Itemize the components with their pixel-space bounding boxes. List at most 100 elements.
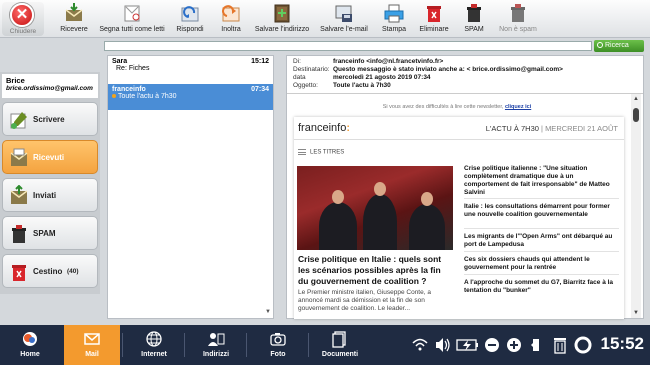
logo-text: franceinfo <box>298 122 347 134</box>
header-value: Toute l'actu à 7h30 <box>333 82 391 89</box>
not-spam-button[interactable]: Non è spam <box>496 2 540 36</box>
forward-button[interactable]: Inoltra <box>214 2 248 36</box>
notice-text: Si vous avez des difficultés à lire cett… <box>382 104 504 110</box>
message-sender: franceinfo <box>112 86 146 93</box>
save-address-label: Salvare l'indirizzo <box>254 26 310 33</box>
side-headline[interactable]: Italie : les consultations démarrent pou… <box>464 203 619 219</box>
search-input[interactable] <box>104 41 592 51</box>
clock: 15:52 <box>600 334 644 353</box>
side-headline[interactable]: Les migrants de l'"Open Arms" ont débarq… <box>464 233 619 249</box>
not-spam-label: Non è spam <box>499 26 537 33</box>
taskbar-photos[interactable]: Foto <box>250 325 306 365</box>
side-headline[interactable]: Ces six dossiers chauds qui attendent le… <box>464 256 619 272</box>
search-button-label: Ricerca <box>605 42 629 49</box>
taskbar-home[interactable]: Home <box>2 325 58 365</box>
taskbar-mail[interactable]: Mail <box>64 325 120 365</box>
trash-icon <box>427 6 441 22</box>
folder-label: Inviati <box>33 191 57 200</box>
back-icon[interactable] <box>528 335 544 355</box>
scroll-up-arrow-icon[interactable]: ▲ <box>631 94 641 104</box>
contacts-icon <box>208 333 225 346</box>
save-address-button[interactable]: Salvare l'indirizzo <box>252 2 312 36</box>
divider <box>464 228 619 229</box>
zoom-in-icon[interactable] <box>506 335 522 355</box>
main-headline[interactable]: Crise politique en Italie : quels sont l… <box>298 254 450 287</box>
search-button[interactable]: Ricerca <box>594 40 644 52</box>
unread-dot-icon <box>112 94 116 99</box>
spam-button[interactable]: SPAM <box>460 2 488 36</box>
message-item-selected[interactable]: franceinfo 07:34 Toute l'actu à 7h30 <box>108 84 273 110</box>
help-lifebuoy-icon[interactable] <box>574 335 592 355</box>
save-email-button[interactable]: Salvare l'e-mail <box>318 2 370 36</box>
sent-icon <box>10 185 28 204</box>
wifi-icon[interactable] <box>412 335 428 355</box>
newsletter-body: franceinfo: L'ACTU À 7H30 | MERCREDI 21 … <box>294 117 624 319</box>
delete-button[interactable]: Eliminare <box>416 2 452 36</box>
toolbar: ✕ Chiudere Ricevere Segna tutti come let… <box>0 0 650 38</box>
side-headline[interactable]: Crise politique italienne : "Une situati… <box>464 165 619 197</box>
header-from: Di: franceinfo <info@nl.francetvinfo.fr> <box>293 58 443 65</box>
newsletter-notice: Si vous avez des difficultés à lire cett… <box>287 104 627 110</box>
header-key: Destinatario: <box>293 66 330 73</box>
divider <box>464 198 619 199</box>
side-headline[interactable]: A l'approche du sommet du G7, Biarritz f… <box>464 279 619 295</box>
taskbar: Home Mail Internet Indirizzi Foto Docume… <box>0 325 650 365</box>
message-item[interactable]: Sara 15:12 Re: Fiches <box>108 56 273 80</box>
section-title-text: LES TITRES <box>310 149 345 156</box>
spam-bin-icon <box>12 225 26 243</box>
close-button[interactable]: ✕ Chiudere <box>2 2 44 36</box>
news-photo[interactable] <box>297 166 453 250</box>
edition-label: L'ACTU À 7H30 <box>485 124 539 133</box>
address-book-icon <box>274 4 290 23</box>
mark-all-read-label: Segna tutti come letti <box>99 26 165 33</box>
divider <box>464 251 619 252</box>
print-button[interactable]: Stampa <box>378 2 410 36</box>
edition-info: L'ACTU À 7H30 | MERCREDI 21 AOÛT <box>486 124 618 133</box>
compose-icon <box>10 112 27 129</box>
battery-charging-icon <box>456 339 478 351</box>
receive-icon <box>65 3 83 21</box>
scroll-thumb[interactable] <box>633 108 639 122</box>
header-key: data <box>293 74 306 81</box>
forward-icon <box>222 5 240 22</box>
reply-icon <box>181 6 199 22</box>
folder-label: Scrivere <box>33 115 65 124</box>
header-subject: Oggetto: Toute l'actu à 7h30 <box>293 82 391 89</box>
click-here-link[interactable]: cliquez ici <box>505 104 531 110</box>
zoom-out-icon[interactable] <box>484 335 500 355</box>
receive-button[interactable]: Ricevere <box>56 2 92 36</box>
scroll-down-arrow-icon[interactable]: ▼ <box>631 308 641 318</box>
folder-label: SPAM <box>33 229 56 238</box>
message-time: 15:12 <box>251 58 269 65</box>
folder-panel: Brice brice.ordissimo@gmail.com Scrivere… <box>0 72 100 294</box>
header-to: Destinatario: Questo messaggio è stato in… <box>293 66 563 73</box>
header-value: mercoledì 21 agosto 2019 07:34 <box>333 74 431 81</box>
save-email-label: Salvare l'e-mail <box>320 26 368 33</box>
taskbar-label: Foto <box>270 351 286 358</box>
header-divider <box>287 93 643 94</box>
taskbar-internet[interactable]: Internet <box>126 325 182 365</box>
forward-label: Inoltra <box>221 26 241 33</box>
close-icon: ✕ <box>10 3 34 27</box>
volume-icon[interactable] <box>434 335 452 355</box>
account-box: Brice brice.ordissimo@gmail.com <box>2 74 98 98</box>
globe-icon <box>146 331 162 347</box>
folder-spam[interactable]: SPAM <box>2 216 98 250</box>
main-summary: Le Premier ministre italien, Giuseppe Co… <box>298 289 431 312</box>
header-date: data mercoledì 21 agosto 2019 07:34 <box>293 74 431 81</box>
trash-icon[interactable] <box>552 335 568 355</box>
scroll-down-arrow-icon[interactable]: ▼ <box>264 309 272 317</box>
folder-sent[interactable]: Inviati <box>2 178 98 212</box>
folder-compose[interactable]: Scrivere <box>2 102 98 136</box>
header-value: franceinfo <info@nl.francetvinfo.fr> <box>333 58 444 65</box>
folder-inbox[interactable]: Ricevuti <box>2 140 98 174</box>
edition-date: MERCREDI 21 AOÛT <box>545 124 618 133</box>
folder-trash[interactable]: Cestino (40) <box>2 254 98 288</box>
taskbar-contacts[interactable]: Indirizzi <box>188 325 244 365</box>
mark-all-read-button[interactable]: Segna tutti come letti <box>96 2 168 36</box>
menu-icon <box>298 149 306 155</box>
close-label: Chiudere <box>9 28 37 35</box>
reply-button[interactable]: Rispondi <box>172 2 208 36</box>
taskbar-documents[interactable]: Documenti <box>312 325 368 365</box>
reader-scrollbar[interactable]: ▲ ▼ <box>631 94 641 318</box>
